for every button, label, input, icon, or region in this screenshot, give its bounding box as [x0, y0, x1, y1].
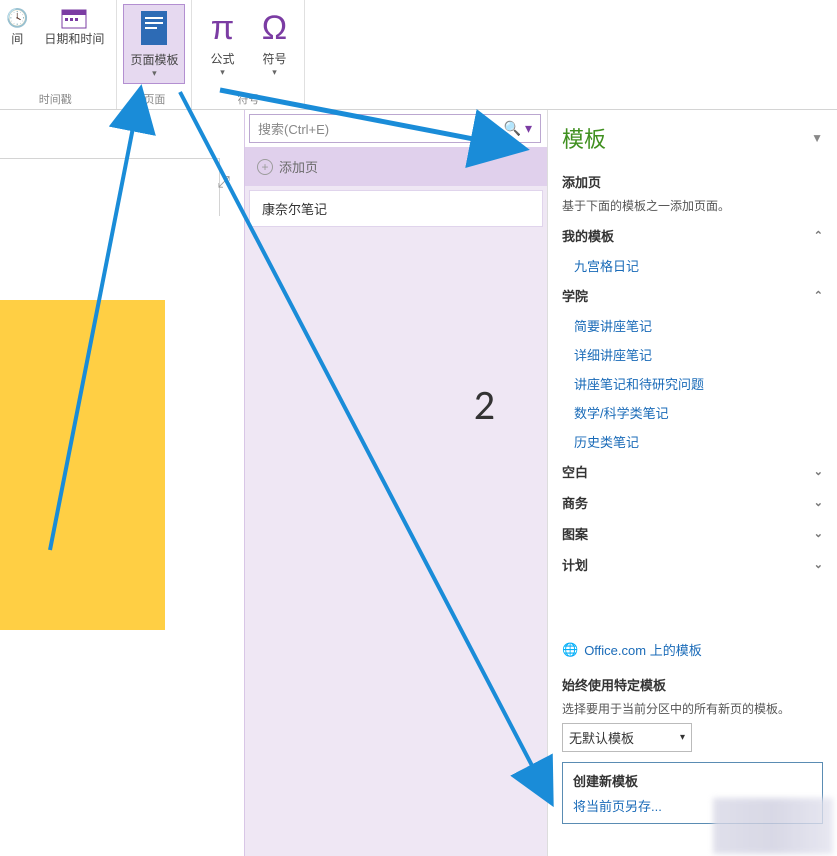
search-input[interactable]: 搜索(Ctrl+E) 🔍 ▾ [249, 114, 541, 143]
expand-icon[interactable]: ⤢ [217, 174, 230, 192]
dropdown-caret-icon: ▾ [680, 732, 685, 743]
add-page-section-title: 添加页 [562, 172, 823, 191]
always-section-desc: 选择要用于当前分区中的所有新页的模板。 [562, 700, 823, 717]
panel-dropdown-icon[interactable]: ▼ [811, 131, 823, 145]
formula-button[interactable]: π 公式 ▾ [198, 4, 246, 82]
category-blank[interactable]: 空白 ⌄ [562, 456, 823, 487]
add-page-label: 添加页 [279, 157, 318, 176]
search-wrap: 搜索(Ctrl+E) 🔍 ▾ [245, 110, 547, 147]
ribbon-group-time: 🕓 间 日期和时间 时间戳 [0, 0, 117, 109]
panel-title: 模板 [562, 122, 606, 154]
symbol-button[interactable]: Ω 符号 ▾ [250, 4, 298, 82]
dropdown-caret-icon: ▾ [152, 68, 157, 79]
chevron-down-icon: ⌄ [814, 496, 823, 509]
category-academic[interactable]: 学院 ⌃ [562, 280, 823, 311]
template-link[interactable]: 数学/科学类笔记 [562, 398, 823, 427]
calendar-icon [61, 8, 87, 28]
template-link[interactable]: 讲座笔记和待研究问题 [562, 369, 823, 398]
create-template-title: 创建新模板 [573, 771, 812, 790]
globe-icon: 🌐 [562, 642, 578, 658]
templates-panel: 模板 ▼ 添加页 基于下面的模板之一添加页面。 我的模板 ⌃ 九宫格日记 学院 … [547, 110, 837, 856]
category-design[interactable]: 图案 ⌄ [562, 518, 823, 549]
create-template-box: 创建新模板 将当前页另存... [562, 762, 823, 824]
template-link[interactable]: 简要讲座笔记 [562, 311, 823, 340]
ribbon-group-symbols: π 公式 ▾ Ω 符号 ▾ 符号 [192, 0, 305, 109]
content-row: ⤢ 搜索(Ctrl+E) 🔍 ▾ + 添加页 康奈尔笔记 2 模板 ▼ 添加页 … [0, 110, 837, 856]
chevron-up-icon: ⌃ [814, 229, 823, 242]
category-my-templates[interactable]: 我的模板 ⌃ [562, 220, 823, 251]
page-canvas[interactable]: ⤢ [0, 110, 244, 856]
plus-icon: + [257, 159, 273, 175]
category-business[interactable]: 商务 ⌄ [562, 487, 823, 518]
ribbon-group-page: 页面模板 ▾ 页面 [117, 0, 192, 109]
chevron-down-icon: ⌄ [814, 558, 823, 571]
omega-icon: Ω [262, 8, 287, 48]
search-icon: 🔍 ▾ [504, 120, 532, 137]
clock-icon: 🕓 [6, 8, 28, 28]
page-item[interactable]: 康奈尔笔记 [249, 190, 543, 227]
page-template-button[interactable]: 页面模板 ▾ [123, 4, 185, 84]
default-template-select[interactable]: 无默认模板 ▾ [562, 723, 692, 752]
add-page-section-desc: 基于下面的模板之一添加页面。 [562, 197, 823, 214]
pages-column: 搜索(Ctrl+E) 🔍 ▾ + 添加页 康奈尔笔记 2 [244, 110, 547, 856]
time-button[interactable]: 🕓 间 [0, 4, 34, 51]
category-plan[interactable]: 计划 ⌄ [562, 549, 823, 580]
template-link[interactable]: 详细讲座笔记 [562, 340, 823, 369]
pi-icon: π [211, 8, 234, 48]
canvas-border [0, 158, 220, 216]
datetime-button[interactable]: 日期和时间 [38, 4, 110, 51]
annotation-number: 2 [474, 380, 495, 431]
dropdown-caret-icon: ▾ [272, 67, 277, 78]
save-current-page-link[interactable]: 将当前页另存... [573, 796, 812, 815]
template-link[interactable]: 历史类笔记 [562, 427, 823, 456]
always-section-title: 始终使用特定模板 [562, 675, 823, 694]
template-link[interactable]: 九宫格日记 [562, 251, 823, 280]
chevron-up-icon: ⌃ [814, 289, 823, 302]
dropdown-caret-icon: ▾ [220, 67, 225, 78]
office-templates-link[interactable]: 🌐 Office.com 上的模板 [562, 640, 823, 659]
chevron-down-icon: ⌄ [814, 465, 823, 478]
search-placeholder: 搜索(Ctrl+E) [258, 119, 329, 138]
add-page-button[interactable]: + 添加页 [245, 147, 547, 186]
yellow-page-thumb [0, 300, 165, 630]
chevron-down-icon: ⌄ [814, 527, 823, 540]
template-icon [137, 9, 171, 49]
ribbon: 🕓 间 日期和时间 时间戳 页面模板 ▾ 页面 [0, 0, 837, 110]
